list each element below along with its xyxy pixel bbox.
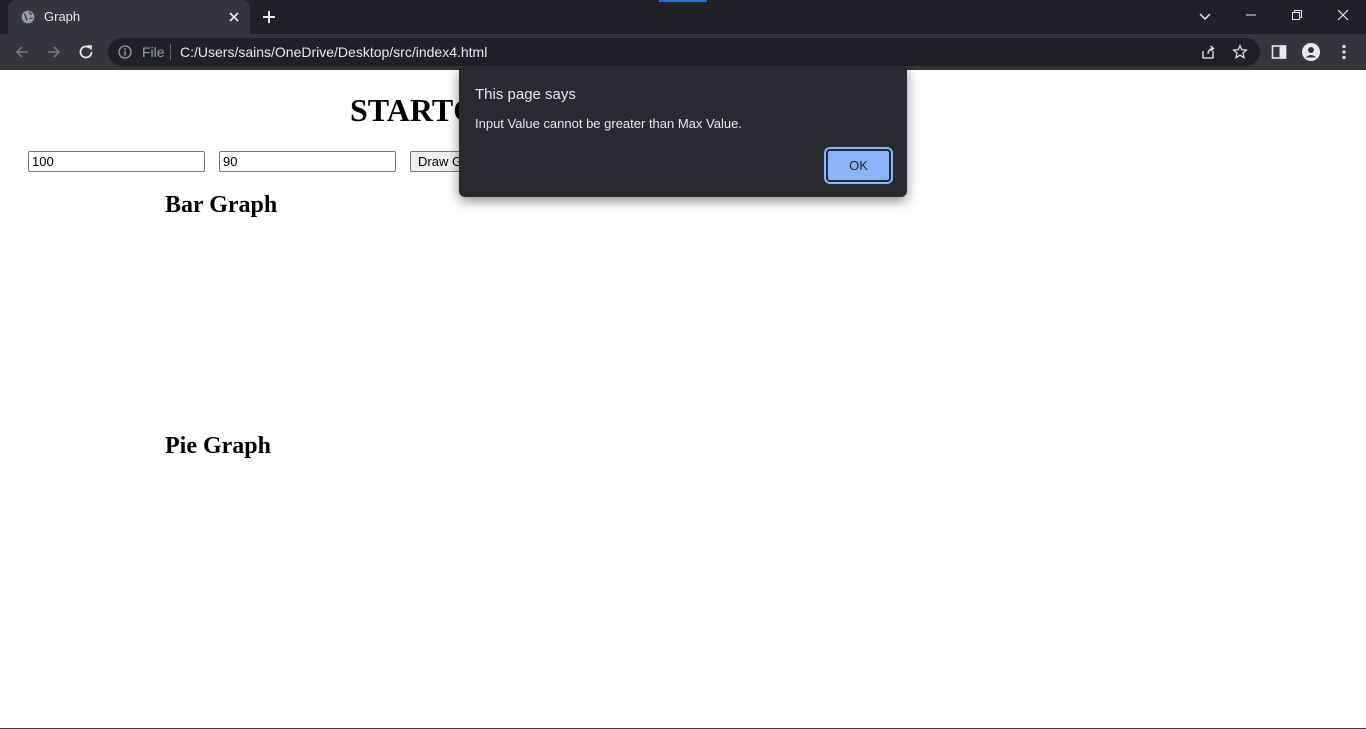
max-value-input[interactable] [28, 151, 205, 172]
reload-icon[interactable] [76, 42, 96, 62]
address-divider [170, 44, 171, 60]
info-icon[interactable] [118, 45, 132, 59]
close-window-button[interactable] [1320, 0, 1366, 30]
globe-icon [21, 10, 35, 24]
kebab-menu-icon[interactable] [1335, 43, 1353, 61]
dialog-message: Input Value cannot be greater than Max V… [475, 116, 742, 131]
close-icon[interactable] [226, 9, 242, 25]
input-value-field[interactable] [219, 151, 396, 172]
drag-indicator [659, 0, 707, 2]
tab-title: Graph [44, 9, 81, 24]
ok-button[interactable]: OK [824, 147, 893, 184]
forward-icon[interactable] [44, 42, 64, 62]
close-window-icon [1337, 9, 1349, 21]
minimize-icon [1246, 14, 1256, 16]
url-text[interactable]: C:/Users/sains/OneDrive/Desktop/src/inde… [180, 44, 487, 60]
tab-strip: Graph [0, 0, 1366, 34]
alert-dialog: This page says Input Value cannot be gre… [459, 67, 907, 197]
browser-toolbar: File C:/Users/sains/OneDrive/Desktop/src… [0, 34, 1366, 70]
plus-icon[interactable] [260, 8, 278, 26]
bar-graph-heading: Bar Graph [165, 192, 278, 218]
page-title: STARTC [350, 92, 477, 128]
star-icon[interactable] [1232, 44, 1248, 60]
address-bar[interactable]: File C:/Users/sains/OneDrive/Desktop/src… [108, 38, 1260, 66]
profile-icon[interactable] [1302, 43, 1320, 61]
minimize-button[interactable] [1228, 0, 1274, 30]
restore-icon [1292, 10, 1302, 20]
chevron-down-icon[interactable] [1196, 7, 1214, 25]
scheme-label: File [142, 44, 165, 60]
share-icon[interactable] [1200, 44, 1216, 60]
dialog-title: This page says [475, 86, 576, 103]
back-icon[interactable] [12, 42, 32, 62]
side-panel-icon[interactable] [1270, 43, 1288, 61]
pie-graph-heading: Pie Graph [165, 433, 271, 459]
browser-tab[interactable]: Graph [8, 0, 250, 34]
restore-button[interactable] [1274, 0, 1320, 30]
